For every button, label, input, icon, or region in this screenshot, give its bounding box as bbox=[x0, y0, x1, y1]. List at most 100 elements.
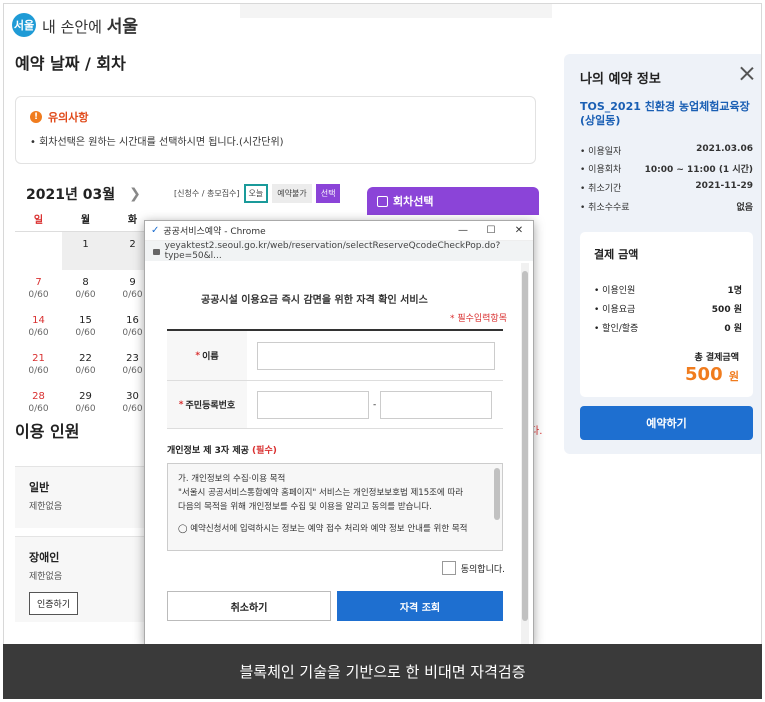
name-label: * 이름 bbox=[167, 331, 247, 380]
day-count: 0/60 bbox=[75, 290, 96, 300]
notice-title: 유의사항 bbox=[48, 111, 89, 124]
total-unit: 원 bbox=[728, 370, 739, 383]
total-label: 총 결제금액 bbox=[694, 353, 739, 363]
payment-row-discount: • 할인/할증 0 원 bbox=[594, 321, 742, 334]
info-value: 없음 bbox=[736, 203, 753, 213]
form-row-rrn: * 주민등록번호 - bbox=[167, 381, 503, 429]
minimize-icon[interactable]: — bbox=[449, 225, 477, 236]
maximize-icon[interactable]: ☐ bbox=[477, 225, 505, 236]
day-number: 15 bbox=[79, 315, 92, 326]
calendar-day[interactable]: 29 0/60 bbox=[62, 384, 109, 422]
payment-label: • 이용요금 bbox=[594, 305, 636, 315]
site-logo[interactable]: 서울 내 손안에 서울 bbox=[12, 12, 138, 37]
scrollbar-thumb[interactable] bbox=[522, 271, 528, 621]
required-note: * 필수입력항목 bbox=[449, 314, 507, 324]
people-general-desc: 제한없음 bbox=[29, 502, 63, 512]
day-count: 0/60 bbox=[28, 366, 49, 376]
popup-scrollbar[interactable] bbox=[521, 263, 529, 645]
calendar-day[interactable]: 15 0/60 bbox=[62, 308, 109, 346]
people-disabled-name: 장애인 bbox=[29, 551, 60, 564]
panel-title: 나의 예약 정보 bbox=[580, 72, 661, 87]
reserve-button[interactable]: 예약하기 bbox=[580, 406, 753, 440]
day-count: 0/60 bbox=[75, 366, 96, 376]
name-input[interactable] bbox=[257, 341, 495, 370]
total-amount: 500 원 bbox=[685, 364, 739, 385]
people-disabled: 장애인 제한없음 인증하기 bbox=[15, 536, 150, 622]
payment-label: • 할인/할증 bbox=[594, 324, 639, 334]
day-count: 0/60 bbox=[28, 328, 49, 338]
month-label: 2021년 03월 bbox=[26, 187, 116, 203]
info-label: • 이용일자 bbox=[580, 147, 622, 157]
agree-checkbox[interactable] bbox=[441, 561, 456, 575]
info-value: 2021.03.06 bbox=[696, 144, 753, 154]
privacy-line: 다음의 목적을 위해 개인정보를 수집 및 이용을 알리고 동의를 받습니다. bbox=[178, 502, 432, 512]
rrn-input-wrap: - bbox=[247, 381, 493, 428]
calendar-day[interactable]: 14 0/60 bbox=[15, 308, 62, 346]
popup-heading: 공공시설 이용요금 즉시 감면을 위한 자격 확인 서비스 bbox=[201, 295, 428, 306]
calendar-day[interactable]: 21 0/60 bbox=[15, 346, 62, 384]
weekday-mon: 월 bbox=[80, 215, 91, 226]
privacy-scrollbar[interactable] bbox=[494, 468, 500, 520]
close-window-icon[interactable]: ✕ bbox=[505, 225, 533, 236]
month-nav: 2021년 03월 ❯ bbox=[26, 184, 141, 204]
qualification-popup: ✓ 공공서비스예약 - Chrome — ☐ ✕ yeyaktest2.seou… bbox=[144, 220, 534, 646]
rrn-label-text: 주민등록번호 bbox=[185, 401, 236, 411]
day-number: 28 bbox=[32, 391, 45, 402]
day-number: 7 bbox=[35, 277, 42, 288]
day-number: 21 bbox=[32, 353, 45, 364]
privacy-required: (필수) bbox=[252, 446, 277, 456]
info-row-cancel-fee: • 취소수수료 없음 bbox=[580, 200, 753, 213]
legend-prefix: [신청수 / 총모집수] bbox=[174, 189, 240, 198]
privacy-spacer bbox=[178, 514, 492, 522]
cancel-button[interactable]: 취소하기 bbox=[167, 591, 331, 621]
popup-body: 공공시설 이용요금 즉시 감면을 위한 자격 확인 서비스 * 필수입력항목 *… bbox=[151, 273, 521, 633]
top-bar bbox=[240, 4, 552, 18]
close-icon[interactable] bbox=[740, 66, 754, 80]
rrn-dash: - bbox=[373, 399, 377, 410]
popup-url[interactable]: yeyaktest2.seoul.go.kr/web/reservation/s… bbox=[165, 241, 533, 261]
rrn-label: * 주민등록번호 bbox=[167, 381, 247, 428]
privacy-text-box[interactable]: 가. 개인정보의 수집·이용 목적 "서울시 공공서비스통합예약 홈페이지" 서… bbox=[167, 463, 503, 551]
calendar-day[interactable]: 22 0/60 bbox=[62, 346, 109, 384]
calendar-day[interactable]: 8 0/60 bbox=[62, 270, 109, 308]
payment-title: 결제 금액 bbox=[594, 248, 639, 261]
info-row-date: • 이용일자 2021.03.06 bbox=[580, 144, 753, 157]
time-select-tab[interactable]: 회차선택 bbox=[367, 187, 539, 215]
chevron-right-icon[interactable]: ❯ bbox=[129, 186, 141, 202]
legend-unavailable: 예약불가 bbox=[272, 184, 312, 203]
auth-button[interactable]: 인증하기 bbox=[29, 592, 79, 615]
privacy-line: "서울시 공공서비스통합예약 홈페이지" 서비스는 개인정보보호법 제15조에 … bbox=[178, 488, 464, 498]
info-label: • 취소수수료 bbox=[580, 203, 630, 213]
facility-name: TOS_2021 친환경 농업체험교육장(상일동) bbox=[580, 100, 750, 127]
payment-value: 0 원 bbox=[724, 324, 742, 334]
people-general: 일반 제한없음 bbox=[15, 466, 150, 528]
info-value: 10:00 ~ 11:00 (1 시간) bbox=[644, 165, 753, 175]
payment-value: 1명 bbox=[727, 286, 742, 296]
day-number: 29 bbox=[79, 391, 92, 402]
calendar-day[interactable]: 7 0/60 bbox=[15, 270, 62, 308]
rrn-back-input[interactable] bbox=[380, 390, 493, 419]
logo-text: 내 손안에 서울 bbox=[42, 12, 138, 37]
calendar-day[interactable]: 28 0/60 bbox=[15, 384, 62, 422]
info-label: • 이용회차 bbox=[580, 165, 622, 175]
privacy-title-text: 개인정보 제 3자 제공 bbox=[167, 446, 249, 456]
payment-row-fee: • 이용요금 500 원 bbox=[594, 302, 742, 315]
people-disabled-desc: 제한없음 bbox=[29, 572, 63, 582]
info-value: 2021-11-29 bbox=[695, 181, 753, 191]
popup-window-title: 공공서비스예약 - Chrome bbox=[163, 227, 266, 237]
day-number: 22 bbox=[79, 353, 92, 364]
info-label: • 취소기간 bbox=[580, 184, 622, 194]
date-section-title: 예약 날짜 / 회차 bbox=[15, 54, 126, 73]
time-tab-label: 회차선택 bbox=[393, 195, 434, 208]
rrn-front-input[interactable] bbox=[257, 390, 369, 419]
form-row-name: * 이름 bbox=[167, 331, 503, 381]
qualification-check-button[interactable]: 자격 조회 bbox=[337, 591, 503, 621]
agree-row: 동의합니다. bbox=[441, 561, 505, 575]
window-controls: — ☐ ✕ bbox=[449, 225, 533, 236]
day-count: 0/60 bbox=[75, 328, 96, 338]
weekday-sun: 일 bbox=[33, 215, 44, 226]
day-count: 0/60 bbox=[28, 404, 49, 414]
total-value: 500 bbox=[685, 364, 723, 385]
day-number: 14 bbox=[32, 315, 45, 326]
people-general-name: 일반 bbox=[29, 481, 50, 494]
